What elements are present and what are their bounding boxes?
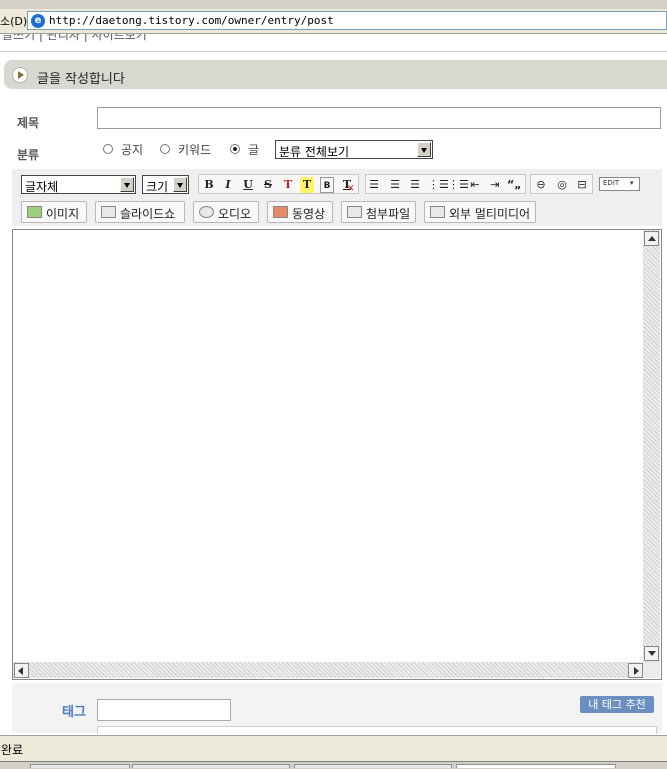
taskbar-item[interactable] bbox=[132, 764, 290, 768]
italic-button[interactable]: I bbox=[221, 177, 235, 193]
align-left-icon[interactable]: ☰ bbox=[367, 177, 381, 193]
radio-post[interactable] bbox=[230, 144, 240, 154]
clear-x-icon: ✕ bbox=[347, 184, 355, 194]
box-button[interactable]: B bbox=[320, 177, 334, 193]
outdent-icon[interactable]: ⇤ bbox=[468, 177, 482, 193]
slideshow-icon bbox=[101, 206, 116, 218]
horizontal-scrollbar[interactable] bbox=[13, 662, 643, 678]
audio-icon bbox=[199, 206, 214, 218]
tag-list-box bbox=[97, 726, 657, 734]
external-media-icon bbox=[430, 206, 445, 218]
radio-post-label: 글 bbox=[248, 143, 260, 157]
font-select[interactable]: 글자체 bbox=[21, 175, 136, 194]
browser-status-bar bbox=[0, 735, 667, 762]
align-center-icon[interactable]: ☰ bbox=[388, 177, 402, 193]
external-media-button-label: 외부 멀티미디어 bbox=[449, 207, 531, 221]
chevron-down-icon bbox=[417, 142, 431, 157]
scroll-right-button[interactable] bbox=[628, 663, 643, 678]
video-button[interactable]: 동영상 bbox=[267, 201, 333, 223]
page-title: 글을 작성합니다 bbox=[37, 72, 125, 87]
chevron-down-icon: ▾ bbox=[630, 179, 634, 187]
edit-mode-label: EDIT bbox=[603, 179, 620, 187]
status-text: 완료 bbox=[1, 743, 24, 757]
highlight-button[interactable]: T bbox=[300, 177, 314, 193]
chevron-down-icon bbox=[120, 177, 134, 192]
video-button-label: 동영상 bbox=[292, 207, 326, 221]
tag-input[interactable] bbox=[97, 699, 231, 721]
numbered-list-icon[interactable]: ⋮☰ bbox=[448, 177, 469, 193]
vertical-scrollbar[interactable] bbox=[643, 230, 660, 662]
image-icon bbox=[27, 206, 42, 218]
scroll-corner bbox=[643, 662, 660, 678]
bullet-list-icon[interactable]: ⋮☰ bbox=[428, 177, 449, 193]
scroll-up-button[interactable] bbox=[644, 231, 659, 246]
category-select[interactable]: 분류 전체보기 bbox=[275, 140, 433, 159]
radio-notice-label: 공지 bbox=[121, 143, 144, 157]
address-label: 소(D) bbox=[0, 15, 28, 28]
radio-notice[interactable] bbox=[103, 144, 113, 154]
scroll-down-button[interactable] bbox=[644, 646, 659, 661]
category-select-value: 분류 전체보기 bbox=[279, 145, 350, 159]
tag-recommend-button[interactable]: 내 태그 추천 bbox=[580, 696, 654, 713]
category-label: 분류 bbox=[17, 148, 40, 162]
link-icon[interactable]: ⊖ bbox=[533, 177, 549, 193]
special-char-icon[interactable]: ◎ bbox=[554, 177, 570, 193]
font-select-value: 글자체 bbox=[25, 180, 59, 194]
radio-keyword[interactable] bbox=[160, 144, 170, 154]
audio-button[interactable]: 오디오 bbox=[193, 201, 259, 223]
underline-button[interactable]: U bbox=[241, 177, 255, 193]
attachment-button-label: 첨부파일 bbox=[366, 207, 411, 221]
edit-mode-button[interactable]: EDIT ▾ bbox=[599, 177, 640, 191]
size-select[interactable]: 크기 bbox=[142, 175, 189, 194]
image-button-label: 이미지 bbox=[46, 207, 80, 221]
admin-nav-strip: 글쓰기 | 관리자 | 사이트보기 bbox=[0, 34, 667, 52]
table-icon[interactable]: ⊟ bbox=[574, 177, 590, 193]
slideshow-button-label: 슬라이드쇼 bbox=[120, 207, 176, 221]
slideshow-button[interactable]: 슬라이드쇼 bbox=[95, 201, 185, 223]
tag-label: 태그 bbox=[62, 705, 86, 720]
size-select-value: 크기 bbox=[146, 180, 169, 194]
radio-keyword-label: 키워드 bbox=[178, 143, 212, 157]
quote-icon[interactable]: “„ bbox=[507, 177, 521, 193]
taskbar-item-active[interactable] bbox=[456, 764, 616, 768]
align-right-icon[interactable]: ☰ bbox=[408, 177, 422, 193]
arrow-right-icon bbox=[12, 67, 28, 83]
admin-nav-text[interactable]: 글쓰기 | 관리자 | 사이트보기 bbox=[2, 34, 147, 43]
address-url[interactable]: http://daetong.tistory.com/owner/entry/p… bbox=[49, 14, 334, 27]
taskbar-item[interactable] bbox=[294, 764, 452, 768]
image-button[interactable]: 이미지 bbox=[21, 201, 87, 223]
chevron-down-icon bbox=[173, 177, 187, 192]
text-color-button[interactable]: T bbox=[281, 177, 295, 193]
scroll-left-button[interactable] bbox=[14, 663, 29, 678]
audio-button-label: 오디오 bbox=[218, 207, 252, 221]
attachment-button[interactable]: 첨부파일 bbox=[341, 201, 416, 223]
external-media-button[interactable]: 외부 멀티미디어 bbox=[424, 201, 536, 223]
bold-button[interactable]: B bbox=[202, 177, 216, 193]
video-icon bbox=[273, 206, 288, 218]
title-label: 제목 bbox=[17, 116, 40, 130]
ie-page-icon: e bbox=[31, 14, 45, 28]
title-input[interactable] bbox=[97, 107, 661, 129]
editor-content-area[interactable] bbox=[12, 229, 662, 680]
strike-button[interactable]: S bbox=[261, 177, 275, 193]
taskbar-item[interactable] bbox=[30, 764, 130, 768]
indent-icon[interactable]: ⇥ bbox=[488, 177, 502, 193]
attachment-icon bbox=[347, 206, 362, 218]
